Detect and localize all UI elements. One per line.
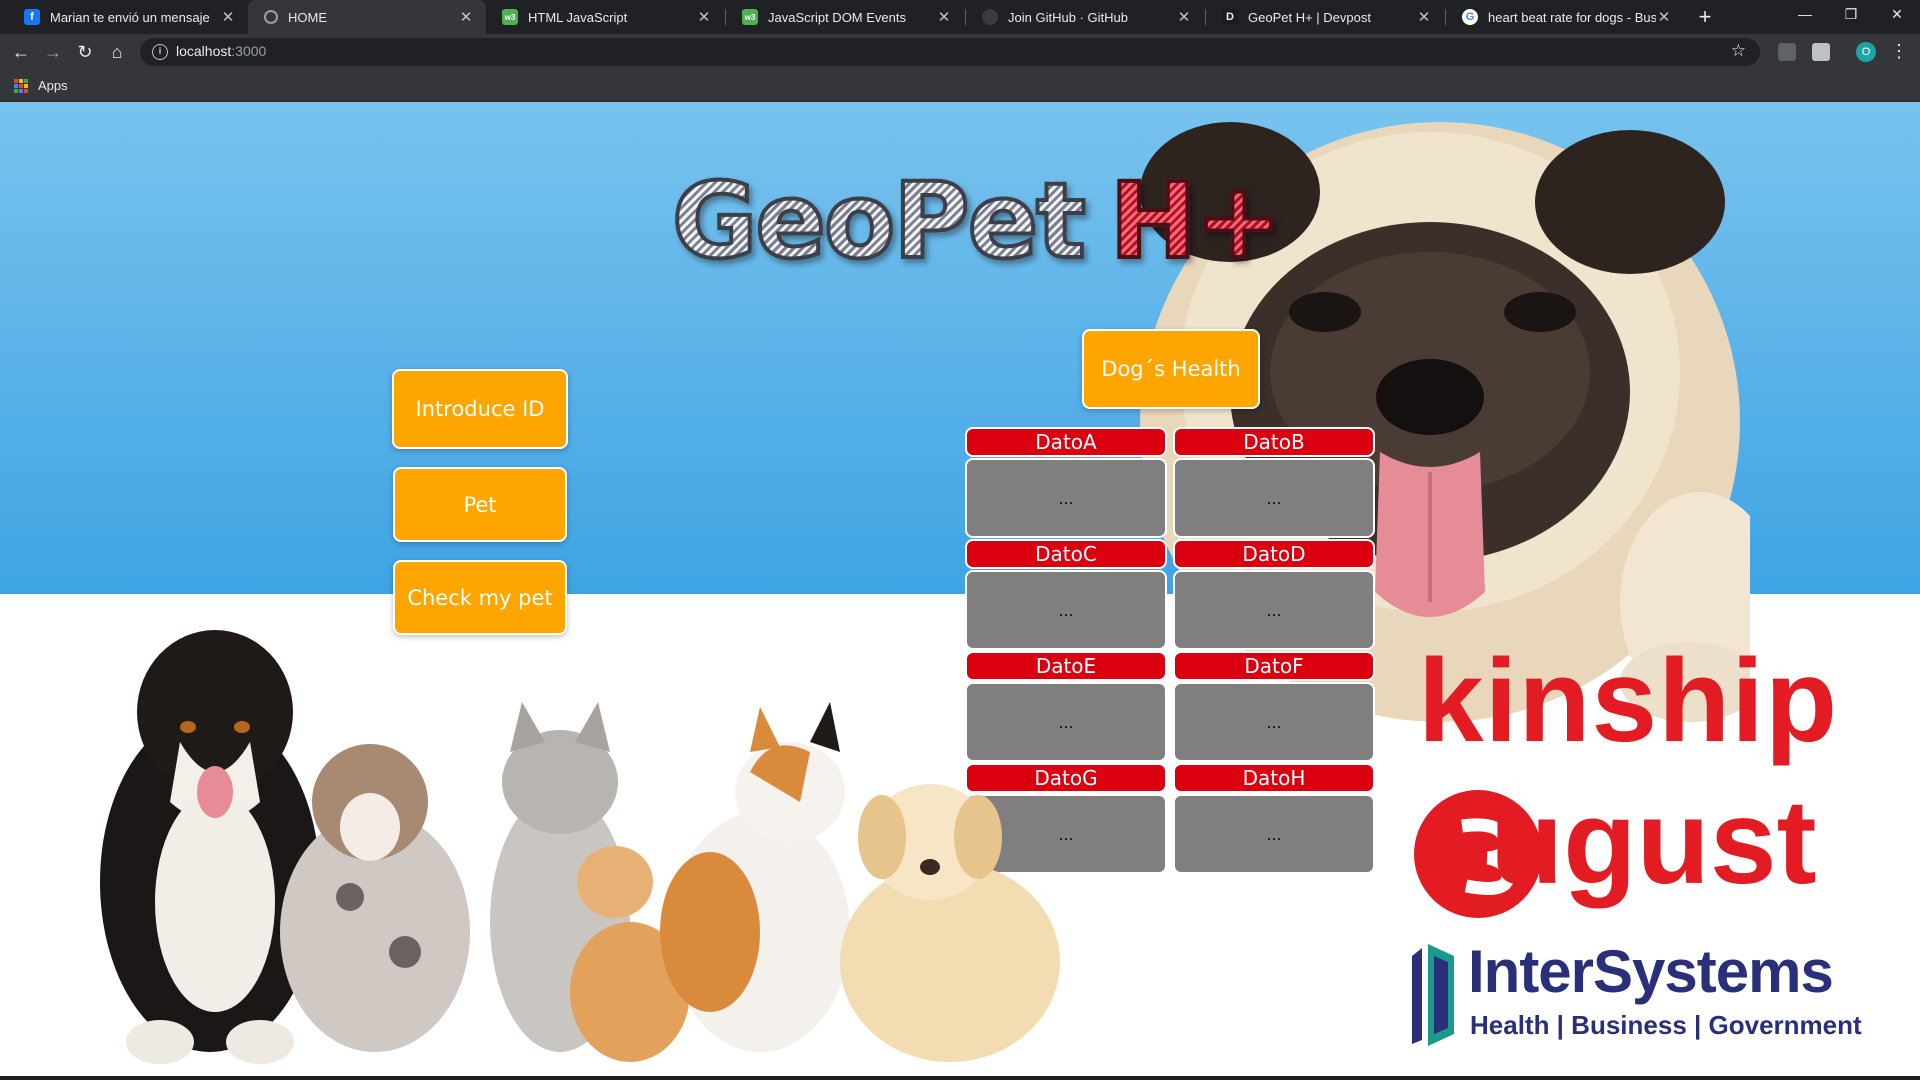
august-text: ugust — [1490, 775, 1817, 909]
close-icon[interactable]: ✕ — [220, 8, 236, 26]
pets-group-image — [100, 630, 1060, 1064]
kinship-logo: kinship — [1418, 635, 1839, 767]
dogs-health-button[interactable]: Dog´s Health — [1082, 329, 1260, 409]
url-host: localhost — [176, 43, 232, 59]
tab-google-search[interactable]: G heart beat rate for dogs - Buscar ✕ — [1446, 0, 1684, 34]
dato-h-label: DatoH — [1173, 763, 1375, 793]
dato-c-label: DatoC — [965, 539, 1167, 569]
new-tab-button[interactable]: + — [1692, 4, 1718, 30]
tab-title: HOME — [288, 9, 327, 25]
apps-grid-icon[interactable] — [14, 79, 28, 93]
forward-button[interactable]: → — [40, 39, 66, 65]
w3schools-icon: w3 — [502, 9, 518, 25]
extension-icon[interactable] — [1778, 43, 1796, 61]
tab-github[interactable]: Join GitHub · GitHub ✕ — [966, 0, 1204, 34]
restore-button[interactable]: ❐ — [1828, 0, 1874, 30]
intersystems-tagline: Health | Business | Government — [1470, 1010, 1862, 1040]
bookmark-star-icon[interactable]: ☆ — [1731, 41, 1746, 61]
address-bar[interactable]: i localhost:3000 ☆ — [140, 38, 1760, 66]
minimize-button[interactable]: — — [1782, 0, 1828, 30]
dato-b-label: DatoB — [1173, 427, 1375, 457]
facebook-icon: f — [24, 9, 40, 25]
dato-a-value: ... — [965, 458, 1167, 538]
intersystems-name: InterSystems — [1468, 938, 1834, 1005]
tab-title: Marian te envió un mensaje — [50, 9, 210, 25]
url-port: :3000 — [231, 43, 267, 59]
tab-title: GeoPet H+ | Devpost — [1248, 9, 1371, 25]
home-button[interactable]: ⌂ — [104, 39, 130, 65]
window-close-button[interactable]: ✕ — [1874, 0, 1920, 30]
dato-d-label: DatoD — [1173, 539, 1375, 569]
tab-title: Join GitHub · GitHub — [1008, 9, 1128, 25]
dato-b-value: ... — [1173, 458, 1375, 538]
github-icon — [982, 9, 998, 25]
close-icon[interactable]: ✕ — [1416, 8, 1432, 26]
tab-html-javascript[interactable]: w3 HTML JavaScript ✕ — [486, 0, 724, 34]
tab-facebook[interactable]: f Marian te envió un mensaje ✕ — [8, 0, 248, 34]
close-icon[interactable]: ✕ — [1656, 8, 1672, 26]
intersystems-logo: InterSystems Health | Business | Governm… — [1404, 942, 1894, 1062]
pet-button[interactable]: Pet — [393, 467, 567, 542]
profile-avatar[interactable]: O — [1856, 42, 1876, 62]
menu-icon[interactable]: ⋮ — [1890, 40, 1908, 62]
august-logo: ugust — [1410, 782, 1880, 922]
dato-a-label: DatoA — [965, 427, 1167, 457]
tab-title: JavaScript DOM Events — [768, 9, 906, 25]
back-button[interactable]: ← — [8, 39, 34, 65]
dato-h-value: ... — [1173, 794, 1375, 874]
info-icon[interactable]: i — [152, 44, 168, 60]
dato-f-value: ... — [1173, 682, 1375, 762]
close-icon[interactable]: ✕ — [1176, 8, 1192, 26]
tab-dom-events[interactable]: w3 JavaScript DOM Events ✕ — [726, 0, 964, 34]
apps-bookmark[interactable]: Apps — [38, 78, 68, 93]
tab-devpost[interactable]: D GeoPet H+ | Devpost ✕ — [1206, 0, 1444, 34]
w3schools-icon: w3 — [742, 9, 758, 25]
close-icon[interactable]: ✕ — [936, 8, 952, 26]
logo-main-text: GeoPet — [670, 158, 1088, 284]
tab-title: HTML JavaScript — [528, 9, 628, 25]
tab-title: heart beat rate for dogs - Buscar — [1488, 9, 1656, 25]
google-icon: G — [1462, 9, 1478, 25]
url-text[interactable]: localhost:3000 — [176, 43, 266, 59]
dato-d-value: ... — [1173, 570, 1375, 650]
tab-home[interactable]: HOME ✕ — [248, 0, 486, 34]
intersystems-emblem-icon — [1412, 944, 1454, 1046]
dato-f-label: DatoF — [1173, 651, 1375, 681]
bookmarks-bar: Apps — [0, 70, 1920, 102]
logo-accent-text: H+ — [1108, 158, 1284, 284]
page-bottom-border — [0, 1076, 1920, 1078]
browser-toolbar: ← → ↻ ⌂ i localhost:3000 ☆ — [0, 34, 1920, 70]
globe-icon — [264, 10, 278, 24]
close-icon[interactable]: ✕ — [696, 8, 712, 26]
close-icon[interactable]: ✕ — [458, 8, 474, 26]
extension-icon[interactable] — [1812, 43, 1830, 61]
page-viewport: GeoPet H+ Introduce ID Pet Check my pet … — [0, 102, 1920, 1078]
geopet-logo: GeoPet H+ — [670, 158, 1284, 284]
tab-strip: f Marian te envió un mensaje ✕ HOME ✕ w3… — [0, 0, 1920, 34]
reload-button[interactable]: ↻ — [72, 39, 98, 65]
introduce-id-button[interactable]: Introduce ID — [392, 369, 568, 449]
devpost-icon: D — [1222, 9, 1238, 25]
